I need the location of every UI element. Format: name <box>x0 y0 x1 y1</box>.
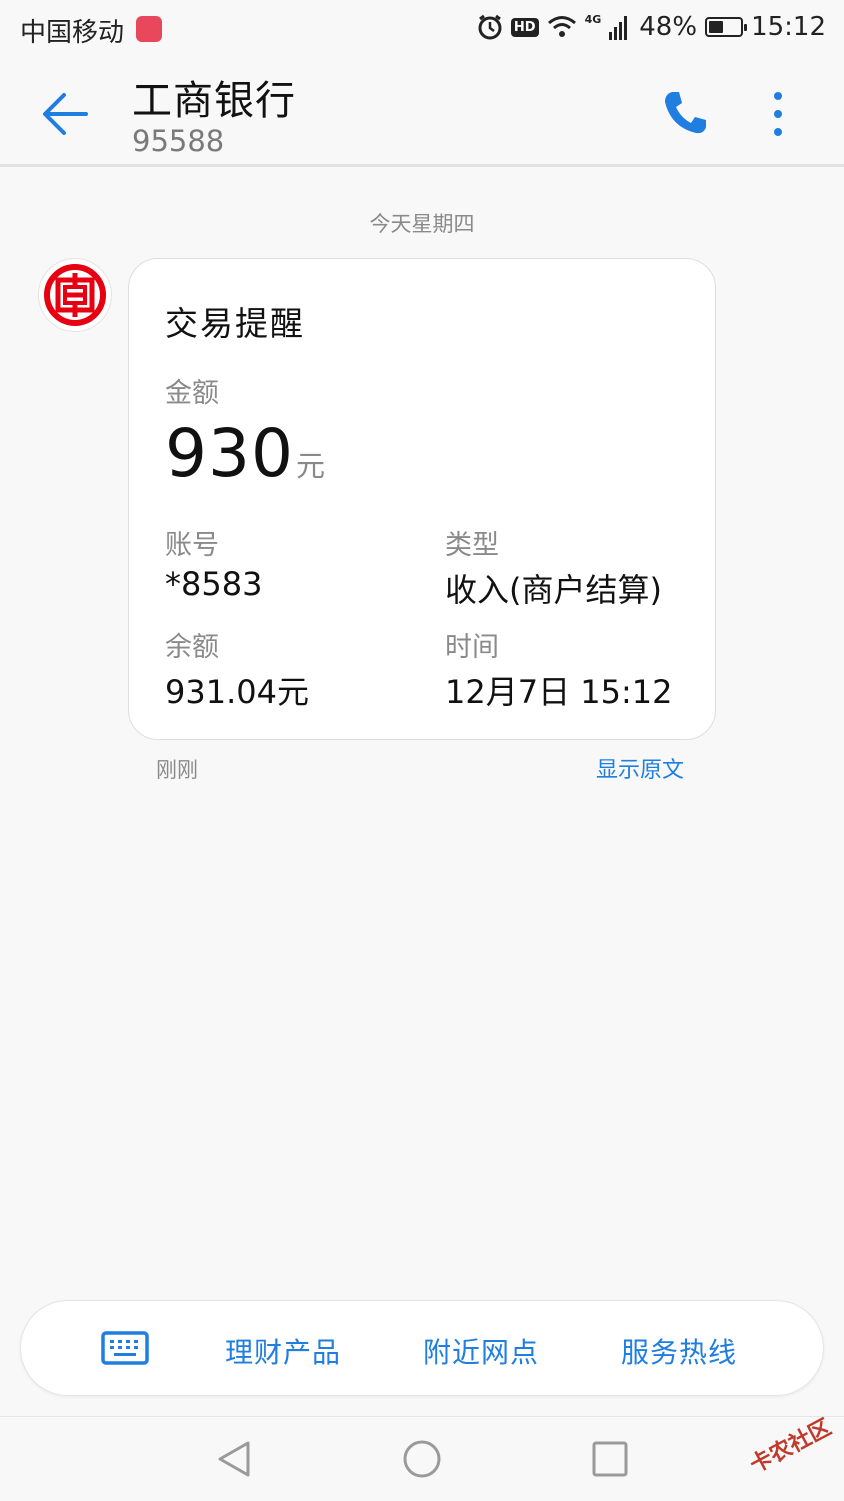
amount-value: 930 <box>165 415 294 492</box>
conversation-header: 工商银行 95588 <box>0 60 844 167</box>
contact-number: 95588 <box>132 124 225 158</box>
menu-item-wealth-products[interactable]: 理财产品 <box>225 1331 341 1371</box>
system-nav-bar <box>0 1416 844 1501</box>
account-value: *8583 <box>165 565 263 603</box>
balance-label: 余额 <box>165 632 219 663</box>
battery-percent: 48% <box>639 12 698 42</box>
phone-icon[interactable] <box>658 86 712 140</box>
keyboard-icon[interactable] <box>101 1331 149 1365</box>
nav-home-icon[interactable] <box>400 1437 444 1481</box>
clock: 15:12 <box>751 12 826 42</box>
icbc-logo-icon <box>44 264 106 326</box>
time-label: 时间 <box>445 632 499 663</box>
card-title: 交易提醒 <box>165 304 305 343</box>
service-menu-bar: 理财产品 附近网点 服务热线 <box>20 1300 824 1396</box>
back-arrow-icon[interactable] <box>36 84 96 144</box>
date-separator: 今天星期四 <box>369 212 475 236</box>
amount-unit: 元 <box>295 449 325 483</box>
signal-icon <box>609 16 628 40</box>
wifi-icon <box>547 16 576 37</box>
type-value: 收入(商户结算) <box>445 571 662 609</box>
menu-item-nearby-branches[interactable]: 附近网点 <box>423 1331 539 1371</box>
status-icons: HD 4G 48% 15:12 <box>477 12 826 42</box>
more-options-icon[interactable] <box>758 86 798 142</box>
alarm-icon <box>478 14 502 40</box>
hd-icon: HD <box>510 17 539 37</box>
carrier-name: 中国移动 <box>20 18 125 48</box>
battery-icon <box>705 17 748 37</box>
app-notification-icon <box>136 16 162 42</box>
time-value: 12月7日 15:12 <box>445 673 673 711</box>
type-label: 类型 <box>445 530 499 561</box>
icbc-logo-avatar[interactable] <box>38 258 112 332</box>
menu-item-service-hotline[interactable]: 服务热线 <box>621 1331 737 1371</box>
amount-row: 930元 <box>165 415 325 492</box>
nav-recents-icon[interactable] <box>588 1437 632 1481</box>
nav-back-icon[interactable] <box>212 1437 256 1481</box>
contact-name: 工商银行 <box>132 78 296 124</box>
message-timestamp: 刚刚 <box>156 758 198 782</box>
amount-label: 金额 <box>165 378 219 409</box>
status-bar: 中国移动 HD 4G 48% 15:12 <box>0 0 844 60</box>
show-original-link[interactable]: 显示原文 <box>596 752 684 784</box>
transaction-card[interactable]: 交易提醒 金额 930元 账号 *8583 类型 收入(商户结算) 余额 931… <box>128 258 716 740</box>
network-type: 4G <box>584 12 602 26</box>
account-label: 账号 <box>165 530 219 561</box>
balance-value: 931.04元 <box>165 673 309 711</box>
